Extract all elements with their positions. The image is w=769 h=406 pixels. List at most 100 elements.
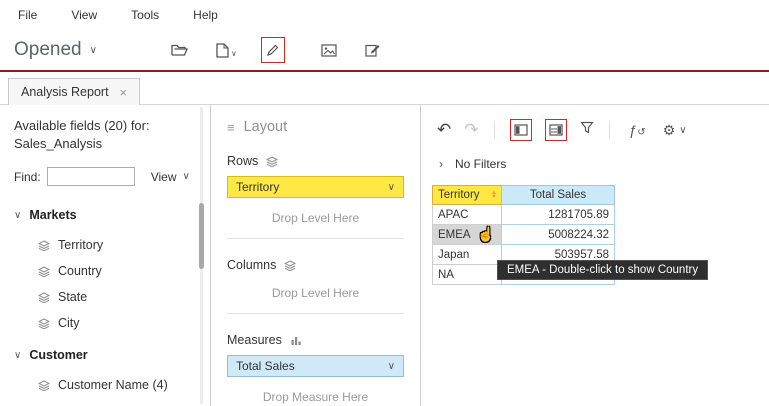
menu-file[interactable]: File (18, 8, 37, 22)
table-right-icon (549, 124, 563, 136)
total-sales-column-header[interactable]: Total Sales (501, 185, 615, 205)
measures-label: Measures (227, 333, 282, 347)
rows-field-value: Territory (236, 180, 279, 194)
rows-drop-zone[interactable]: Drop Level Here (227, 211, 404, 225)
filter-funnel-icon (580, 121, 594, 134)
open-folder-button[interactable] (171, 43, 188, 57)
field-group-customer[interactable]: ∨ Customer (14, 348, 210, 362)
gear-icon: ⚙ (663, 122, 676, 139)
dimension-icon (38, 318, 50, 329)
hand-cursor-icon: ☝ (477, 226, 494, 243)
menubar: File View Tools Help (0, 0, 769, 30)
sort-down-icon: ▼ (491, 195, 497, 200)
table-row: APAC 1281705.89 (432, 205, 617, 225)
available-fields-panel: Available fields (20) for: Sales_Analysi… (0, 105, 211, 406)
total-sales-cell[interactable]: 5008224.32 (501, 225, 615, 245)
opened-dropdown[interactable]: Opened ∨ (14, 39, 97, 61)
pencil-icon (266, 43, 280, 57)
app-window: File View Tools Help Opened ∨ ∨ (0, 0, 769, 406)
measures-icon (290, 335, 302, 346)
field-item-customer-name[interactable]: Customer Name (4) (38, 372, 210, 398)
columns-drop-zone[interactable]: Drop Level Here (227, 286, 404, 300)
dimension-icon (38, 266, 50, 277)
edit-mode-button[interactable] (261, 37, 285, 63)
field-item-country[interactable]: Country (38, 258, 210, 284)
field-item-state[interactable]: State (38, 284, 210, 310)
canvas-toolbar: ↶ ↷ ƒ ↺ ⚙ ∨ (437, 119, 769, 141)
measures-field-value: Total Sales (236, 359, 295, 373)
territory-cell-apac[interactable]: APAC (432, 205, 502, 225)
function-icon: ƒ (629, 122, 637, 138)
total-sales-cell[interactable]: 1281705.89 (501, 205, 615, 225)
menu-tools[interactable]: Tools (131, 8, 159, 22)
table-left-icon (514, 124, 528, 136)
field-item-city[interactable]: City (38, 310, 210, 336)
measures-field-select[interactable]: Total Sales ∨ (227, 355, 404, 377)
close-icon[interactable]: × (120, 85, 128, 100)
new-document-button[interactable]: ∨ (216, 43, 237, 58)
new-document-icon (216, 43, 229, 58)
undo-button[interactable]: ↶ (437, 120, 451, 140)
table-row: EMEA 5008224.32 (432, 225, 617, 245)
compose-icon (365, 43, 381, 57)
view-dropdown[interactable]: View ∨ (151, 170, 190, 184)
main-toolbar: Opened ∨ ∨ (0, 30, 769, 70)
rows-field-select[interactable]: Territory ∨ (227, 176, 404, 198)
opened-label: Opened (14, 39, 82, 61)
fields-title-line1: Available fields (20) for: (14, 117, 210, 135)
chevron-down-icon: ∨ (14, 210, 21, 221)
redo-button: ↷ (464, 120, 478, 140)
header-label: Territory (438, 189, 480, 201)
crosstab-canvas: ↶ ↷ ƒ ↺ ⚙ ∨ (421, 105, 769, 406)
crosstab-view-button[interactable] (510, 119, 532, 141)
chevron-right-icon: › (439, 157, 443, 171)
rows-label: Rows (227, 154, 258, 168)
field-item-label: Country (58, 264, 102, 278)
fields-scrollbar-thumb[interactable] (199, 203, 204, 269)
dimension-icon (38, 292, 50, 303)
tab-analysis-report[interactable]: Analysis Report × (8, 78, 140, 105)
chevron-down-icon: ∨ (90, 45, 97, 56)
fields-title-line2: Sales_Analysis (14, 135, 210, 153)
territory-cell-na[interactable]: NA (432, 265, 502, 285)
menu-help[interactable]: Help (193, 8, 218, 22)
menu-view[interactable]: View (71, 8, 97, 22)
chevron-down-icon: ∨ (388, 361, 395, 372)
refresh-icon: ↺ (637, 127, 645, 138)
measures-drop-zone[interactable]: Drop Measure Here (227, 390, 404, 404)
field-group-customer-items: Customer Name (4) (38, 372, 210, 398)
field-group-markets[interactable]: ∨ Markets (14, 208, 210, 222)
view-label: View (151, 170, 177, 184)
sort-icon[interactable]: ▲ ▼ (491, 191, 497, 200)
territory-column-header[interactable]: Territory ▲ ▼ (432, 185, 502, 205)
layout-panel: ≡ Layout Rows Territory ∨ Drop Level Her… (211, 105, 421, 406)
chart-view-button[interactable] (545, 119, 567, 141)
find-label: Find: (14, 170, 41, 184)
table-header-row: Territory ▲ ▼ Total Sales (432, 185, 617, 205)
refresh-data-button[interactable]: ƒ ↺ (629, 122, 646, 138)
columns-section-header: Columns (227, 258, 404, 272)
picture-button[interactable] (321, 44, 337, 57)
chevron-down-icon: ∨ (679, 125, 686, 136)
tooltip: EMEA - Double-click to show Country (497, 260, 708, 280)
field-item-territory[interactable]: Territory (38, 232, 210, 258)
columns-label: Columns (227, 258, 276, 272)
no-filters-row[interactable]: › No Filters (439, 156, 769, 171)
fields-panel-title: Available fields (20) for: Sales_Analysi… (14, 117, 210, 152)
section-divider (227, 313, 404, 314)
compose-button[interactable] (365, 43, 381, 57)
toolbar-separator (494, 121, 495, 139)
group-label: Customer (29, 348, 87, 362)
field-item-label: Territory (58, 238, 103, 252)
dimension-icon (38, 240, 50, 251)
toolbar-separator (609, 121, 610, 139)
options-button[interactable]: ⚙ ∨ (663, 122, 687, 139)
open-folder-icon (171, 43, 188, 57)
territory-cell-japan[interactable]: Japan (432, 245, 502, 265)
find-input[interactable] (47, 167, 135, 186)
field-group-markets-items: Territory Country State City (38, 232, 210, 336)
tab-label: Analysis Report (21, 85, 109, 99)
filter-button[interactable] (580, 121, 594, 139)
chevron-down-icon: ∨ (14, 350, 21, 361)
chevron-down-icon: ∨ (388, 182, 395, 193)
